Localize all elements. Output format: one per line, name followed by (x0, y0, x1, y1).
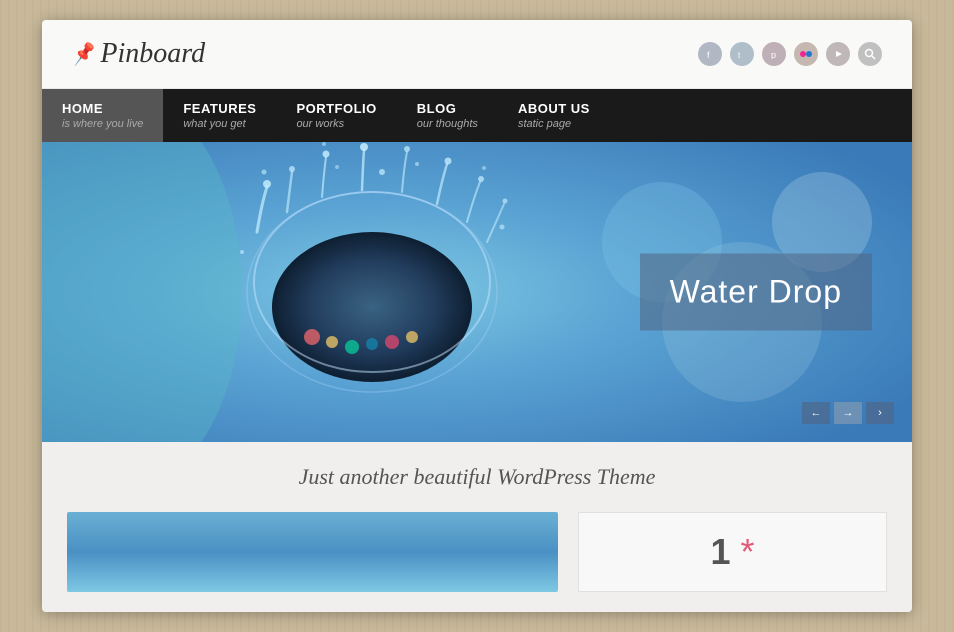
nav-item-blog[interactable]: BLOG our thoughts (397, 89, 498, 142)
nav-item-about[interactable]: ABOUT US static page (498, 89, 610, 142)
tagline-text: Just another beautiful WordPress Theme (299, 464, 656, 489)
nav-label-features: FEATURES (183, 101, 256, 116)
nav-item-features[interactable]: FEATURES what you get (163, 89, 276, 142)
hero-text-overlay: Water Drop (640, 254, 872, 331)
asterisk-badge: * (741, 531, 755, 573)
social-icons-group: f t p (698, 42, 882, 66)
youtube-icon[interactable] (826, 42, 850, 66)
hero-slider: Water Drop ← → › (42, 142, 912, 442)
search-icon[interactable] (858, 42, 882, 66)
slider-controls: ← → › (802, 402, 894, 424)
svg-text:t: t (738, 51, 741, 59)
browser-frame: 📌 Pinboard f t p (42, 20, 912, 612)
logo-text: Pinboard (100, 38, 205, 70)
nav-sub-features: what you get (183, 118, 256, 130)
facebook-icon[interactable]: f (698, 42, 722, 66)
nav-item-home[interactable]: HOME is where you live (42, 89, 163, 142)
nav-label-about: ABOUT US (518, 101, 590, 116)
svg-text:f: f (707, 50, 710, 59)
site-logo: 📌 Pinboard (72, 38, 205, 70)
nav-sub-blog: our thoughts (417, 118, 478, 130)
nav-label-blog: BLOG (417, 101, 478, 116)
slider-indicator-button[interactable]: › (866, 402, 894, 424)
nav-item-portfolio[interactable]: PORTFOLIO our works (276, 89, 396, 142)
nav-label-portfolio: PORTFOLIO (296, 101, 376, 116)
site-nav: HOME is where you live FEATURES what you… (42, 89, 912, 142)
nav-sub-about: static page (518, 118, 590, 130)
slider-next-button[interactable]: → (834, 402, 862, 424)
content-left-block (67, 512, 558, 592)
content-area: 1 * (42, 512, 912, 612)
site-header: 📌 Pinboard f t p (42, 20, 912, 89)
slider-prev-button[interactable]: ← (802, 402, 830, 424)
nav-label-home: HOME (62, 101, 143, 116)
content-right-block: 1 * (578, 512, 887, 592)
twitter-icon[interactable]: t (730, 42, 754, 66)
svg-text:p: p (771, 50, 776, 59)
pin-icon: 📌 (70, 41, 97, 67)
nav-sub-home: is where you live (62, 118, 143, 130)
pinterest-icon[interactable]: p (762, 42, 786, 66)
flickr-icon[interactable] (794, 42, 818, 66)
hero-title: Water Drop (670, 274, 842, 311)
nav-sub-portfolio: our works (296, 118, 376, 130)
number-badge: 1 (711, 531, 731, 573)
site-tagline: Just another beautiful WordPress Theme (42, 442, 912, 512)
